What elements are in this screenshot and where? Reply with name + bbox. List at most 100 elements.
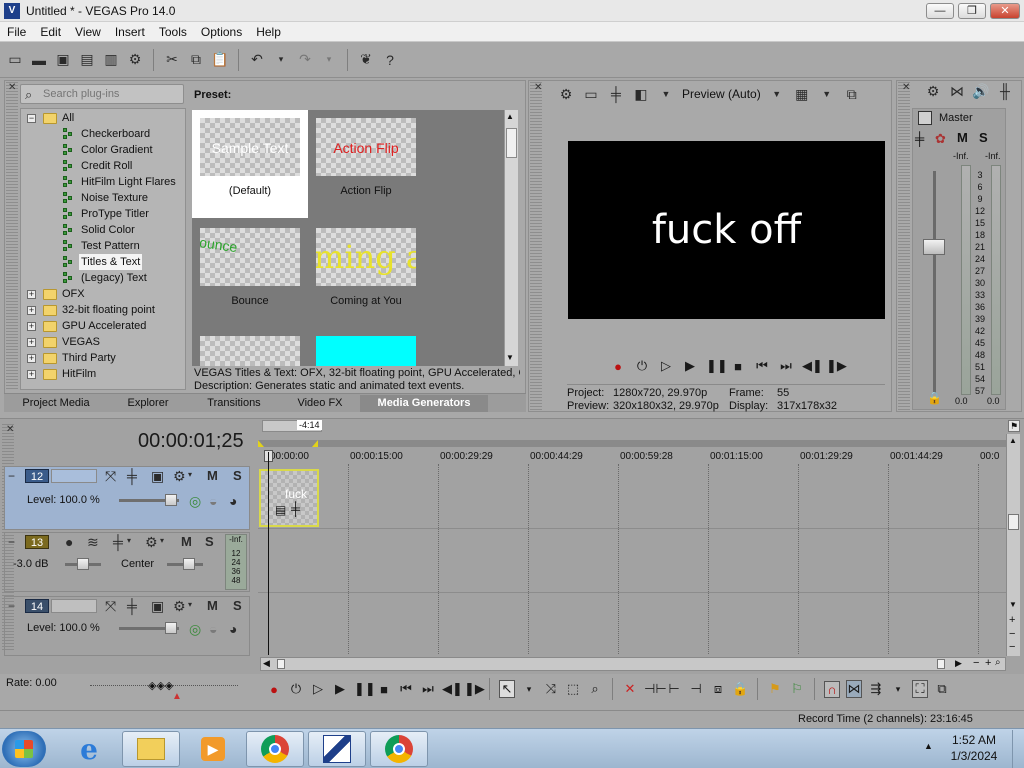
menu-file[interactable]: File [0,25,33,39]
scroll-down-icon[interactable]: ▼ [506,353,514,362]
dropdown-arrow-icon[interactable]: ▾ [890,684,906,695]
speaker-icon[interactable]: 🔊 [972,82,990,100]
track-name-field[interactable] [51,469,97,483]
redo-dropdown-icon[interactable]: ▾ [320,51,338,69]
external-monitor-icon[interactable]: ▭ [582,85,600,103]
event-fx-icon[interactable]: ▤ [275,503,286,517]
whats-this-help-icon[interactable]: ? [381,51,399,69]
track-properties-gear-icon[interactable]: ⚙ [173,598,186,615]
play-from-start-icon[interactable]: ▷ [310,681,326,697]
tree-item-titles-and-text[interactable]: Titles & Text [79,254,143,270]
split-icon[interactable]: ⧈ [710,681,726,697]
rate-reset-marker-icon[interactable]: ▲ [172,691,182,702]
collapse-icon[interactable]: − [27,114,36,123]
panel-grip[interactable] [898,82,910,410]
tree-item-ofx[interactable]: OFX [62,286,85,302]
master-fx-icon[interactable]: ✿ [935,131,946,147]
zoom-out-icon[interactable]: − [1009,641,1015,653]
scroll-right-icon[interactable]: ▶ [955,658,962,669]
track-solo-button[interactable]: S [205,534,214,549]
redo-icon[interactable]: ↷ [296,51,314,69]
show-hidden-icons-icon[interactable]: ▲ [924,741,933,751]
composite-child-icon[interactable]: ◎ [189,621,201,638]
track-properties-gear-icon[interactable]: ⚙ [145,534,158,551]
taskbar-internet-explorer[interactable]: e [60,731,118,767]
go-to-end-icon[interactable]: ⏭ [778,358,794,374]
undo-dropdown-icon[interactable]: ▾ [272,51,290,69]
copy-icon[interactable]: ⧉ [187,51,205,69]
collapse-track-icon[interactable]: − [8,535,15,549]
save-as-icon[interactable]: ▤ [78,51,96,69]
preview-properties-gear-icon[interactable]: ⚙ [557,85,575,103]
go-to-end-icon[interactable]: ⏭ [420,681,436,697]
go-to-start-icon[interactable]: ⏮ [754,358,770,374]
track-fx-icon[interactable]: ╪ [127,468,137,484]
auto-ripple-icon[interactable]: ⇶ [868,681,884,697]
tab-project-media[interactable]: Project Media [12,395,100,412]
track-header-13[interactable]: − 13 ● ≋ ╪ ▾ ⚙ ▾ M S -3.0 dB Center -Inf… [4,532,250,592]
compositing-mode-icon[interactable]: ▣ [151,598,164,615]
scroll-thumb[interactable] [1008,514,1019,530]
taskbar-vegas-pro[interactable] [308,731,366,767]
preset-scrollbar[interactable]: ▲ ▼ [504,110,518,366]
track-fx-icon[interactable]: ╪ [127,598,137,614]
dropdown-arrow-icon[interactable]: ▼ [818,85,836,103]
tab-transitions[interactable]: Transitions [190,395,278,412]
play-from-start-icon[interactable]: ▷ [658,358,674,374]
scroll-down-icon[interactable]: ▼ [1009,600,1017,609]
marker-flag-icon[interactable]: ⚑ [1008,420,1020,432]
tree-item-vegas[interactable]: VEGAS [62,334,100,350]
start-button[interactable] [2,731,46,767]
normal-edit-tool-icon[interactable]: ↖ [499,680,515,698]
track-solo-button[interactable]: S [233,598,242,613]
zoom-tool-icon[interactable]: ⌕ [995,657,1001,668]
collapse-track-icon[interactable]: − [8,599,15,613]
play-icon[interactable]: ▶ [332,681,348,697]
expand-icon[interactable]: + [27,370,36,379]
track-mute-button[interactable]: M [181,534,192,549]
track-header-14[interactable]: − 14 ⤧ ╪ ▣ ⚙ ▾ M S Level: 100.0 % ◎ ◒ ◕ [4,596,250,656]
event-pan-crop-icon[interactable]: ╪ [291,501,300,516]
preset-action-flip[interactable]: Action Flip Action Flip [308,110,424,218]
timeline-horizontal-scrollbar[interactable]: ◀ ▶ − + ⌕ [260,657,1006,671]
properties-gear-icon[interactable]: ⚙ [126,51,144,69]
preset-bounce[interactable]: Bounce Bounce [192,220,308,328]
selection-edit-tool-icon[interactable]: ⬚ [565,681,581,697]
pause-icon[interactable]: ❚❚ [354,681,376,697]
maximize-button[interactable]: ❐ [958,3,986,19]
search-field[interactable]: ⌕ [20,84,184,104]
panel-close-icon[interactable]: ✕ [6,424,14,435]
tree-item-all[interactable]: All [62,110,74,126]
record-icon[interactable]: ● [266,682,282,697]
previous-frame-icon[interactable]: ◀❚ [442,681,463,697]
panel-grip[interactable] [6,82,18,390]
panel-grip[interactable] [530,82,542,410]
previous-frame-icon[interactable]: ◀❚ [802,358,823,374]
downmix-icon[interactable]: ⋈ [948,82,966,100]
menu-help[interactable]: Help [249,25,288,39]
expand-icon[interactable]: + [27,322,36,331]
track-properties-gear-icon[interactable]: ⚙ [173,468,186,485]
track-fx-chain-icon[interactable]: ◕ [229,621,237,637]
rate-slider-thumb[interactable]: ◈◈◈ [148,679,173,692]
tree-item-checkerboard[interactable]: Checkerboard [81,126,150,142]
expand-icon[interactable]: + [27,306,36,315]
minimize-button[interactable]: — [926,3,954,19]
tree-item-gpu-accelerated[interactable]: GPU Accelerated [62,318,146,334]
go-to-start-icon[interactable]: ⏮ [398,681,414,697]
tree-item-noise-texture[interactable]: Noise Texture [81,190,148,206]
zoom-in-icon[interactable]: + [1009,614,1015,626]
overlays-grid-icon[interactable]: ▦ [793,85,811,103]
snapping-magnet-icon[interactable]: ∩ [824,680,840,698]
make-compositing-child-icon[interactable]: ◒ [209,621,217,637]
zoom-out-icon[interactable]: − [973,657,979,669]
play-icon[interactable]: ▶ [682,358,698,374]
scroll-thumb[interactable] [506,128,517,158]
taskbar-file-explorer[interactable] [122,731,180,767]
scroll-thumb[interactable] [277,659,285,669]
menu-options[interactable]: Options [194,25,249,39]
scroll-up-icon[interactable]: ▲ [506,112,514,121]
trim-end-icon[interactable]: ⊣ [688,681,704,697]
dropdown-arrow-icon[interactable]: ▼ [768,85,786,103]
enable-snapping-icon[interactable]: ❦ [357,51,375,69]
